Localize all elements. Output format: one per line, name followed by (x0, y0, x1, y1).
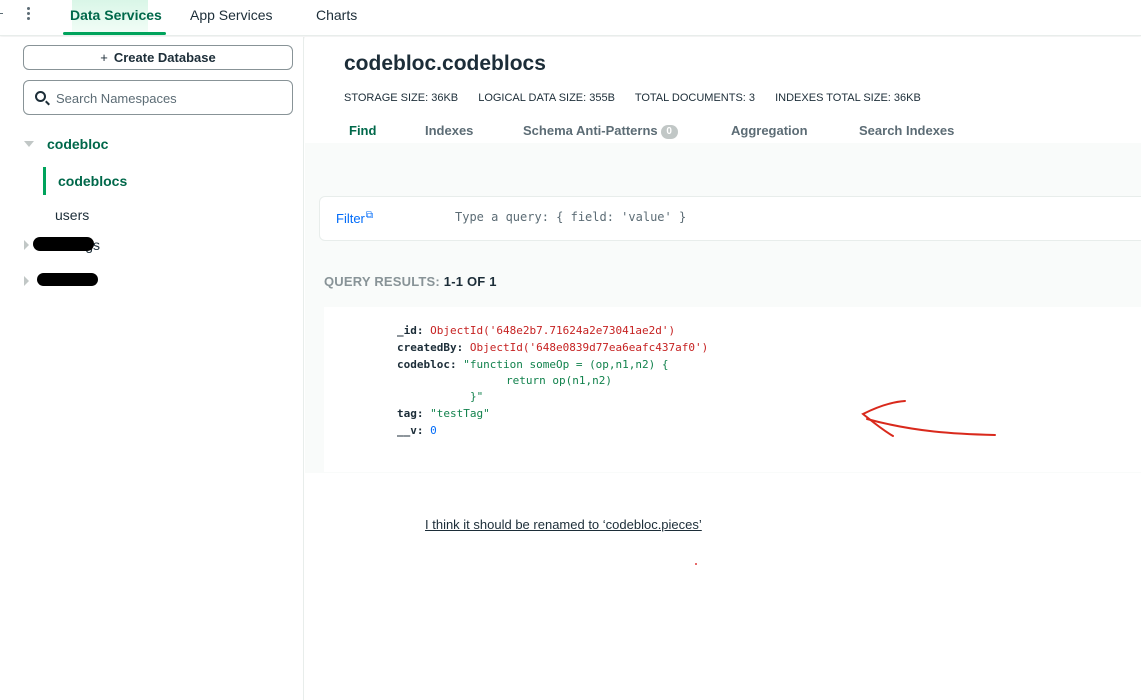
sidebar-database-codebloc[interactable]: codebloc (47, 136, 108, 152)
main-panel: codebloc.codeblocs STORAGE SIZE: 36KB LO… (305, 37, 1141, 700)
tab-data-services[interactable]: Data Services (70, 7, 162, 23)
search-icon (35, 91, 46, 102)
field-codebloc-line2: return op(n1,n2) (506, 374, 612, 387)
rename-suggestion-note: I think it should be renamed to ‘codeblo… (425, 517, 702, 532)
tab-schema-anti-patterns[interactable]: Schema Anti-Patterns 0 (523, 123, 678, 139)
sidebar: + Create Database codebloc codeblocs user… (0, 37, 304, 700)
stat-total-documents: TOTAL DOCUMENTS: 3 (634, 92, 756, 104)
tab-charts[interactable]: Charts (316, 7, 357, 23)
anti-patterns-count-badge: 0 (660, 125, 678, 139)
collection-title: codebloc.codeblocs (344, 52, 546, 75)
external-link-icon: ⧉ (365, 210, 374, 221)
sidebar-collection-users[interactable]: users (55, 207, 89, 223)
tab-schema-anti-patterns-label: Schema Anti-Patterns (523, 123, 658, 138)
tab-indexes[interactable]: Indexes (425, 123, 473, 138)
tab-find[interactable]: Find (349, 123, 376, 138)
field-codebloc: codebloc: "function someOp = (op,n1,n2) … (397, 358, 669, 371)
red-arrow-annotation (861, 400, 996, 437)
top-navigation: Data Services App Services Charts (0, 0, 1141, 36)
plus-icon: + (100, 50, 108, 65)
caret-right-icon[interactable] (24, 276, 29, 286)
query-results-count: 1-1 OF 1 (443, 274, 497, 289)
filter-bar[interactable]: Filter⧉ Type a query: { field: 'value' } (319, 196, 1141, 241)
field-tag: tag: "testTag" (397, 407, 490, 420)
active-tab-underline (63, 32, 166, 35)
more-options-icon[interactable] (24, 6, 32, 22)
sidebar-collection-codeblocs[interactable]: codeblocs (43, 167, 243, 195)
stat-storage-size: STORAGE SIZE: 36KB (344, 92, 459, 104)
red-dot-mark (695, 563, 697, 565)
edge-dash (0, 13, 3, 14)
create-database-button[interactable]: + Create Database (23, 45, 293, 70)
collection-stats: STORAGE SIZE: 36KB LOGICAL DATA SIZE: 35… (344, 92, 938, 104)
redaction-scribble (33, 237, 94, 251)
field-id: _id: ObjectId('648e2b7.71624a2e73041ae2d… (397, 324, 676, 337)
field-createdby: createdBy: ObjectId('648e0839d77ea6eafc4… (397, 341, 709, 354)
filter-link[interactable]: Filter⧉ (336, 210, 373, 226)
tab-search-indexes[interactable]: Search Indexes (859, 123, 954, 138)
search-input[interactable] (56, 88, 286, 108)
search-namespaces[interactable] (23, 80, 293, 115)
create-database-label: Create Database (113, 50, 216, 65)
collection-tabs: Find Indexes Schema Anti-Patterns 0 Aggre… (305, 121, 1141, 143)
query-input[interactable]: Type a query: { field: 'value' } (455, 210, 686, 224)
field-codebloc-line3: }" (470, 390, 484, 403)
field-version: __v: 0 (397, 424, 437, 437)
query-results-label: QUERY RESULTS: 1-1 OF 1 (324, 274, 497, 289)
redaction-scribble (37, 273, 98, 286)
tab-app-services[interactable]: App Services (190, 7, 272, 23)
caret-right-icon[interactable] (24, 240, 29, 250)
tab-aggregation[interactable]: Aggregation (731, 123, 808, 138)
document-card[interactable]: _id: ObjectId('648e2b7.71624a2e73041ae2d… (324, 307, 1141, 472)
stat-indexes-size: INDEXES TOTAL SIZE: 36KB (775, 92, 921, 104)
caret-down-icon[interactable] (24, 141, 34, 147)
stat-logical-size: LOGICAL DATA SIZE: 355B (478, 92, 615, 104)
